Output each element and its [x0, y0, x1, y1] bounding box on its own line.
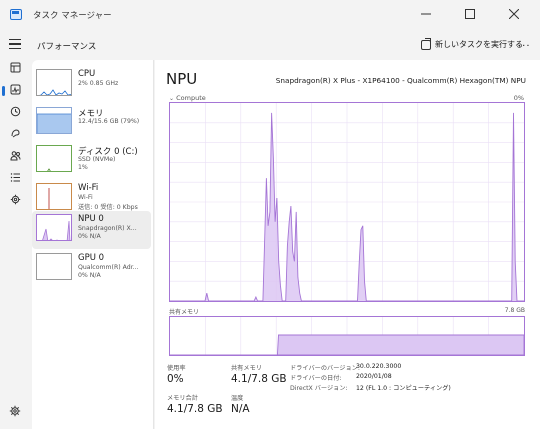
performance-icon [10, 84, 20, 95]
gpu-thumbnail [36, 253, 72, 280]
resource-detail: SSD (NVMe) [78, 156, 116, 163]
resource-name: GPU 0 [78, 253, 105, 263]
nav-details[interactable] [7, 172, 23, 186]
nav-performance[interactable] [2, 84, 23, 98]
settings-button[interactable] [8, 405, 22, 419]
resource-detail: 12.4/15.6 GB (79%) [78, 118, 140, 125]
resource-cpu[interactable]: CPU 2% 0.85 GHz [32, 66, 151, 104]
services-icon [10, 194, 20, 205]
shared-memory-label: 共有メモリ [231, 365, 262, 372]
resource-name: Wi-Fi [78, 183, 99, 193]
resource-disk[interactable]: ディスク 0 (C:) SSD (NVMe) 1% [32, 142, 151, 180]
usage-value: 0% [167, 373, 184, 385]
driver-date-label: ドライバーの日付: [290, 375, 342, 382]
shared-memory-area [170, 334, 524, 355]
resource-npu[interactable]: NPU 0 Snapdragon(R) X... 0% N/A [32, 211, 151, 249]
total-memory-label: メモリ合計 [167, 395, 198, 402]
minimize-icon [421, 13, 431, 15]
resource-gpu[interactable]: GPU 0 Qualcomm(R) Adr... 0% N/A [32, 250, 151, 288]
graph-grid [170, 103, 524, 301]
driver-version-value: 30.0.220.3000 [356, 363, 402, 370]
resource-detail: 1% [78, 164, 88, 171]
directx-version-value: 12 (FL 1.0 : コンピューティング) [356, 385, 451, 392]
shared-memory-graph-max: 7.8 GB [504, 307, 525, 314]
nav-startup-apps[interactable] [7, 128, 23, 142]
memory-thumbnail [36, 107, 72, 134]
resource-detail: Snapdragon(R) X... [78, 225, 137, 232]
new-task-icon [421, 37, 431, 50]
history-icon [10, 106, 20, 117]
resource-list: CPU 2% 0.85 GHz メモリ 12.4/15.6 GB (79%) デ… [32, 60, 154, 429]
details-icon [10, 173, 20, 182]
startup-icon [11, 129, 20, 138]
directx-version-label: DirectX バージョン: [290, 385, 348, 392]
resource-detail: Wi-Fi [78, 194, 93, 201]
close-button[interactable] [492, 0, 536, 30]
page-title: パフォーマンス [37, 42, 97, 52]
task-manager-app-icon [10, 9, 22, 20]
npu-thumbnail [36, 214, 72, 241]
maximize-button[interactable] [448, 0, 492, 30]
graph-label: Compute [176, 94, 206, 102]
resource-name: NPU 0 [78, 214, 104, 224]
resource-detail: 送信: 0 受信: 0 Kbps [78, 204, 138, 211]
total-memory-value: 4.1/7.8 GB [167, 403, 223, 415]
npu-detail-panel: NPU Snapdragon(R) X Plus - X1P64100 - Qu… [155, 60, 540, 429]
maximize-icon [465, 9, 475, 19]
driver-version-label: ドライバーのバージョン: [290, 365, 360, 372]
shared-memory-value: 4.1/7.8 GB [231, 373, 287, 385]
resource-detail: Qualcomm(R) Adr... [78, 264, 139, 271]
nav-services[interactable] [7, 194, 23, 208]
resource-detail: 2% 0.85 GHz [78, 80, 119, 87]
disk-thumbnail [36, 145, 72, 172]
run-new-task-label: 新しいタスクを実行する [435, 40, 523, 49]
nav-rail [0, 56, 30, 429]
gear-icon [9, 405, 21, 417]
window-title: タスク マネージャー [33, 11, 112, 21]
nav-app-history[interactable] [7, 106, 23, 120]
graph-selector[interactable]: ⌄ Compute [169, 94, 206, 102]
resource-detail: 0% N/A [78, 272, 101, 279]
temperature-label: 温度 [231, 395, 244, 402]
cpu-thumbnail [36, 69, 72, 96]
close-icon [508, 8, 520, 20]
shared-memory-graph-label: 共有メモリ [169, 309, 200, 316]
device-model: Snapdragon(R) X Plus - X1P64100 - Qualco… [275, 76, 526, 85]
nav-processes[interactable] [7, 62, 23, 76]
users-icon [9, 151, 20, 161]
chevron-down-icon: ⌄ [169, 95, 175, 102]
run-new-task-button[interactable]: 新しいタスクを実行する [421, 37, 523, 50]
resource-detail: 0% N/A [78, 233, 101, 240]
processes-icon [10, 62, 20, 73]
wifi-thumbnail [36, 183, 72, 210]
hamburger-menu-icon[interactable] [9, 39, 21, 49]
driver-date-value: 2020/01/08 [356, 373, 392, 380]
temperature-value: N/A [231, 403, 250, 415]
detail-title: NPU [166, 70, 198, 88]
nav-users[interactable] [7, 150, 23, 164]
more-options-button[interactable]: ... [518, 38, 531, 49]
shared-memory-graph [169, 316, 525, 356]
title-bar: タスク マネージャー [0, 0, 540, 30]
resource-name: CPU [78, 69, 96, 79]
npu-usage-graph [169, 102, 525, 302]
resource-memory[interactable]: メモリ 12.4/15.6 GB (79%) [32, 104, 151, 142]
minimize-button[interactable] [404, 0, 448, 30]
usage-label: 使用率 [167, 365, 186, 372]
graph-percent: 0% [513, 94, 524, 102]
